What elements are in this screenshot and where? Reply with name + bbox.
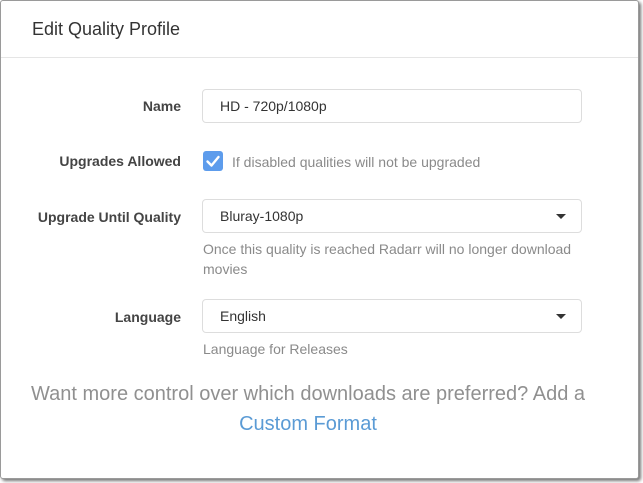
upgrades-allowed-help: If disabled qualities will not be upgrad…	[232, 154, 481, 170]
custom-format-prompt: Want more control over which downloads a…	[1, 379, 615, 439]
language-value: English	[220, 308, 266, 324]
upgrade-until-label: Upgrade Until Quality	[37, 209, 181, 225]
upgrades-allowed-checkbox[interactable]	[203, 151, 223, 171]
edit-quality-profile-modal: Edit Quality Profile Name HD - 720p/1080…	[0, 0, 639, 479]
custom-format-link[interactable]: Custom Format	[239, 413, 377, 435]
name-input[interactable]: HD - 720p/1080p	[202, 89, 582, 123]
upgrade-until-select[interactable]: Bluray-1080p	[202, 199, 582, 233]
modal-header: Edit Quality Profile	[1, 1, 638, 58]
language-label: Language	[114, 309, 181, 325]
upgrades-allowed-label: Upgrades Allowed	[59, 153, 181, 169]
name-label: Name	[142, 98, 181, 114]
custom-format-prompt-text: Want more control over which downloads a…	[31, 383, 585, 405]
caret-down-icon	[556, 314, 566, 319]
language-select[interactable]: English	[202, 299, 582, 333]
upgrade-until-help: Once this quality is reached Radarr will…	[203, 241, 572, 277]
upgrade-until-value: Bluray-1080p	[220, 208, 304, 224]
language-help: Language for Releases	[203, 341, 348, 357]
modal-title: Edit Quality Profile	[32, 18, 181, 39]
caret-down-icon	[556, 214, 566, 219]
checkmark-icon	[206, 155, 220, 167]
